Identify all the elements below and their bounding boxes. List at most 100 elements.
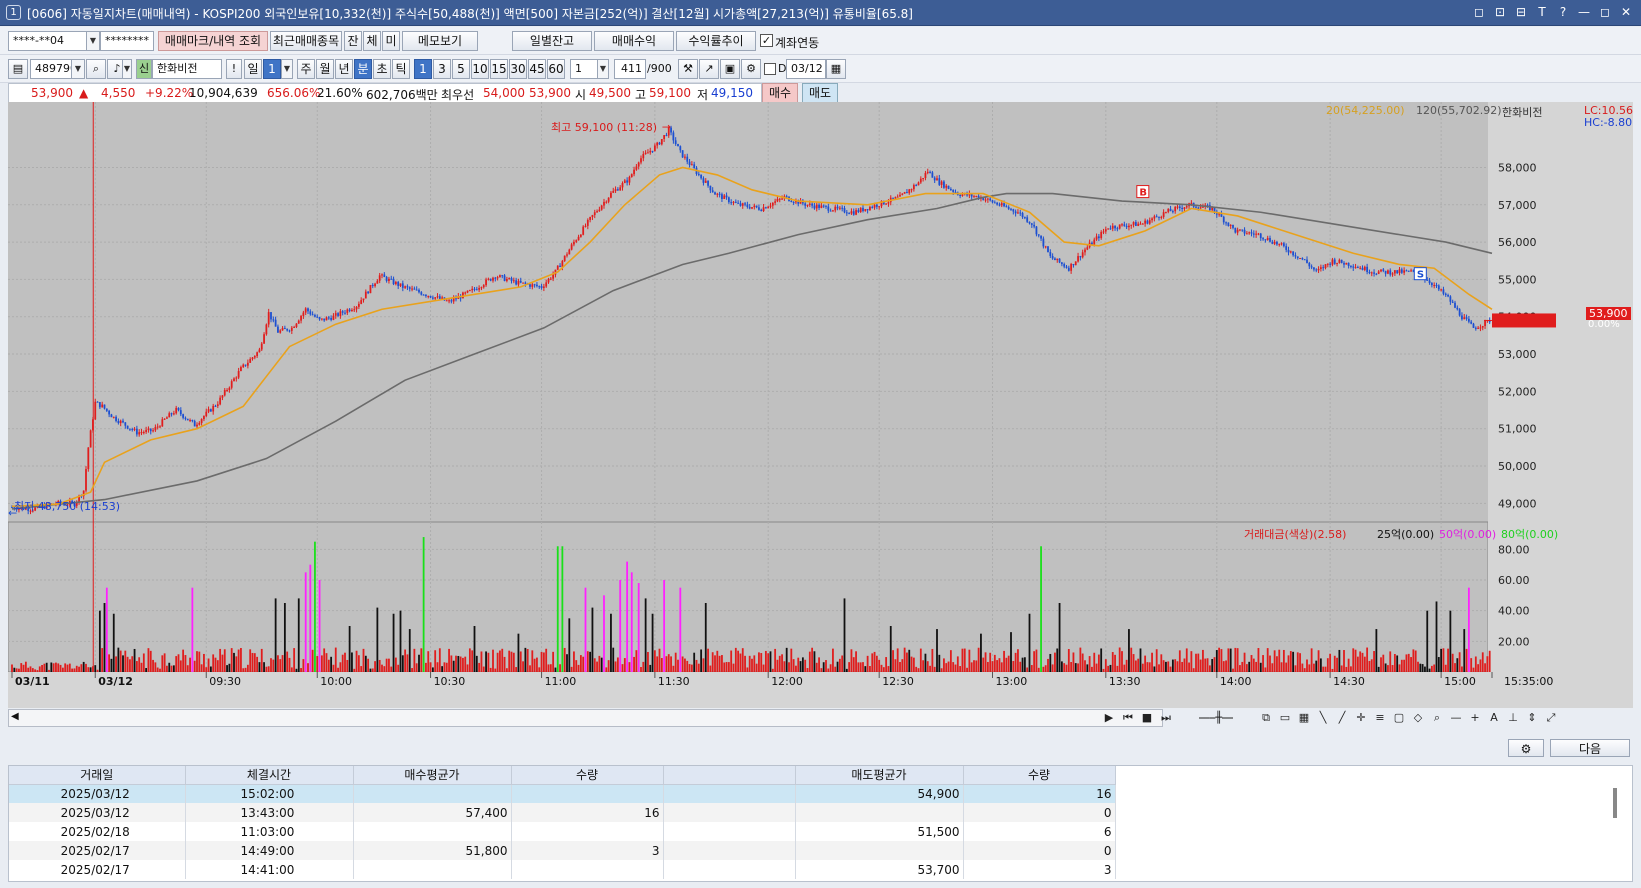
maximize-icon[interactable]: ◻: [1596, 3, 1614, 21]
restore-icon[interactable]: ◻: [1470, 3, 1488, 21]
trend-icon[interactable]: ╲: [1314, 709, 1332, 727]
line-icon[interactable]: ╱: [1333, 709, 1351, 727]
box-icon[interactable]: ▢: [1390, 709, 1408, 727]
executed-button[interactable]: 체: [363, 31, 381, 51]
chevron-down-icon[interactable]: ▼: [71, 59, 85, 79]
chevron-down-icon[interactable]: ▼: [86, 31, 100, 51]
candle-body: [163, 418, 166, 420]
zoom-icon[interactable]: ⌕: [1428, 709, 1446, 727]
text-tool-icon[interactable]: A: [1485, 709, 1503, 727]
volume-bar: [505, 668, 508, 672]
daily-balance-button[interactable]: 일별잔고: [512, 31, 592, 51]
column-header[interactable]: 체결시간: [185, 766, 354, 785]
table-row[interactable]: 2025/02/17 14:49:00 51,800 3 0: [9, 841, 1116, 860]
table-row[interactable]: 2025/02/17 14:41:00 53,700 3: [9, 860, 1116, 879]
unfilled-button[interactable]: 미: [382, 31, 400, 51]
chart-scrollbar[interactable]: ◀: [8, 709, 1163, 727]
memo-button[interactable]: 메모보기: [402, 31, 478, 51]
column-header[interactable]: 수량: [511, 766, 664, 785]
password-field[interactable]: ********: [100, 31, 154, 51]
text-icon[interactable]: T: [1533, 3, 1551, 21]
column-header[interactable]: 매수평균가: [353, 766, 512, 785]
layout-icon[interactable]: ▤: [8, 59, 28, 79]
volume-bar: [52, 663, 55, 672]
plus-icon[interactable]: +: [1466, 709, 1484, 727]
help-icon[interactable]: ?: [1554, 3, 1572, 21]
period-tick[interactable]: 틱: [392, 59, 410, 79]
date-checkbox[interactable]: [764, 63, 776, 75]
trade-profit-button[interactable]: 매매수익: [594, 31, 674, 51]
period-day[interactable]: 일: [244, 59, 262, 79]
chart-panel[interactable]: 58,00057,00056,00055,00054,00053,00052,0…: [8, 102, 1633, 708]
period-year[interactable]: 년: [335, 59, 353, 79]
sell-button[interactable]: 매도: [802, 83, 838, 103]
table-row[interactable]: 2025/03/12 15:02:00 54,900 16: [9, 784, 1116, 803]
minus-icon[interactable]: —: [1447, 709, 1465, 727]
column-header[interactable]: [663, 766, 796, 785]
balance-button[interactable]: 잔: [344, 31, 362, 51]
last-icon[interactable]: ⏭: [1157, 709, 1175, 727]
tile-icon[interactable]: ⊟: [1512, 3, 1530, 21]
scroll-left-icon[interactable]: ◀: [11, 711, 19, 722]
column-header[interactable]: 수량: [963, 766, 1116, 785]
stock-name-field[interactable]: 한화비전: [152, 59, 222, 79]
search-icon[interactable]: ⌕: [86, 59, 106, 79]
candle-settings-icon[interactable]: ⚒: [678, 59, 698, 79]
calendar-icon[interactable]: ▦: [826, 59, 846, 79]
minute-15[interactable]: 15: [490, 59, 508, 79]
recent-trades-button[interactable]: 최근매매종목: [270, 31, 342, 51]
crosshair-icon[interactable]: ✛: [1352, 709, 1370, 727]
draw-tool-icon[interactable]: ↗: [699, 59, 719, 79]
alert-icon[interactable]: !: [226, 59, 242, 79]
profit-rate-button[interactable]: 수익률추이: [676, 31, 756, 51]
stock-code-input[interactable]: 489790: [30, 59, 72, 79]
scale-icon[interactable]: ⇕: [1523, 709, 1541, 727]
save-icon[interactable]: ▣: [720, 59, 740, 79]
markings-query-button[interactable]: 매매마크/내역 조회: [158, 31, 268, 51]
copy-icon[interactable]: ⧉: [1257, 709, 1275, 727]
minimize-icon[interactable]: —: [1575, 3, 1593, 21]
period-month[interactable]: 월: [316, 59, 334, 79]
zoom-slider[interactable]: ⎯⎯⎯╫⎯⎯: [1176, 709, 1256, 727]
period-day-count[interactable]: 1: [263, 59, 281, 79]
column-header[interactable]: 매도평균가: [795, 766, 964, 785]
shape-icon[interactable]: ◇: [1409, 709, 1427, 727]
unit-input[interactable]: 1: [570, 59, 598, 79]
minute-30[interactable]: 30: [509, 59, 527, 79]
gear-icon[interactable]: ⚙: [741, 59, 761, 79]
chevron-down-icon[interactable]: ▼: [122, 59, 132, 79]
pin-icon[interactable]: ⊥: [1504, 709, 1522, 727]
period-second[interactable]: 초: [373, 59, 391, 79]
table-scrollbar[interactable]: [1608, 768, 1622, 878]
price-chart[interactable]: 58,00057,00056,00055,00054,00053,00052,0…: [8, 102, 1633, 708]
period-minute[interactable]: 분: [354, 59, 372, 79]
count-input[interactable]: 411: [614, 59, 646, 79]
table-row[interactable]: 2025/02/18 11:03:00 51,500 6: [9, 822, 1116, 841]
screen-icon[interactable]: ⊡: [1491, 3, 1509, 21]
link-account-checkbox[interactable]: ✓: [760, 34, 773, 47]
column-header[interactable]: 거래일: [9, 766, 186, 785]
gear-icon[interactable]: ⚙: [1508, 739, 1544, 757]
minute-1[interactable]: 1: [414, 59, 432, 79]
fit-icon[interactable]: ⤢: [1542, 709, 1560, 727]
first-icon[interactable]: ⏮: [1119, 709, 1137, 727]
chevron-down-icon[interactable]: ▼: [281, 59, 293, 79]
chevron-down-icon[interactable]: ▼: [597, 59, 609, 79]
fibo-icon[interactable]: ≡: [1371, 709, 1389, 727]
date-input[interactable]: 03/12: [786, 59, 826, 79]
next-button[interactable]: 다음: [1550, 739, 1630, 757]
close-icon[interactable]: ✕: [1617, 3, 1635, 21]
minute-45[interactable]: 45: [528, 59, 546, 79]
table-row[interactable]: 2025/03/12 13:43:00 57,400 16 0: [9, 803, 1116, 822]
buy-button[interactable]: 매수: [762, 83, 798, 103]
minute-5[interactable]: 5: [452, 59, 470, 79]
minute-3[interactable]: 3: [433, 59, 451, 79]
minute-60[interactable]: 60: [547, 59, 565, 79]
period-week[interactable]: 주: [297, 59, 315, 79]
window-icon[interactable]: ▭: [1276, 709, 1294, 727]
minute-10[interactable]: 10: [471, 59, 489, 79]
account-select[interactable]: ****-**04: [8, 31, 88, 51]
stop-icon[interactable]: ■: [1138, 709, 1156, 727]
grid-icon[interactable]: ▦: [1295, 709, 1313, 727]
scroll-right-icon[interactable]: ▶: [1100, 709, 1118, 727]
